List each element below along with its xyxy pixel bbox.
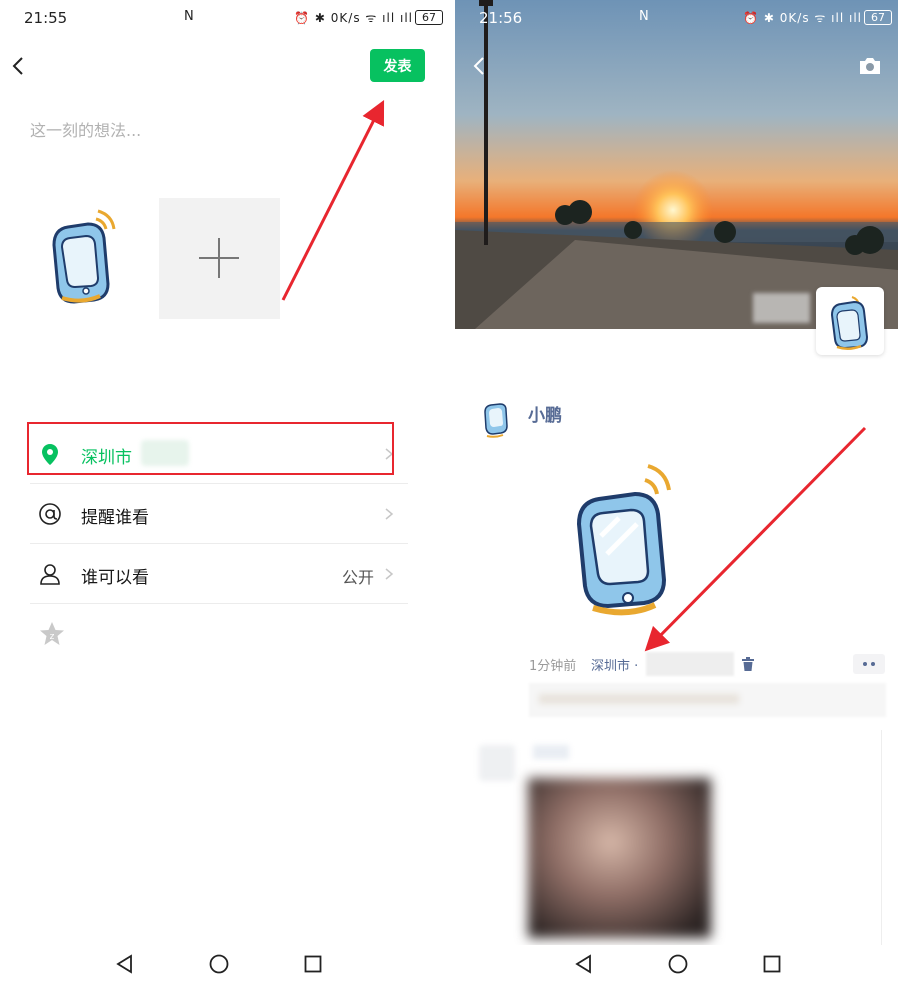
moments-feed-screen: 21:56 N ⏰ ✱ 0K/s ᯤ ıll ıll 67 小鹏 1分钟前 深圳… — [455, 0, 898, 945]
nav-recents-icon[interactable] — [302, 953, 324, 975]
annotation-arrow — [281, 99, 385, 301]
nav-back-icon[interactable] — [114, 953, 136, 975]
right-navigation-bar — [455, 945, 898, 981]
left-navigation-bar — [0, 945, 449, 981]
annotation-arrow — [644, 426, 867, 652]
compose-moment-screen: 21:55 N ⏰ ✱ 0K/s ᯤ ıll ıll 67 发表 这一刻的想法.… — [0, 0, 449, 945]
nav-home-icon[interactable] — [208, 953, 230, 975]
nav-home-icon[interactable] — [667, 953, 689, 975]
nav-recents-icon[interactable] — [761, 953, 783, 975]
nav-back-icon[interactable] — [573, 953, 595, 975]
